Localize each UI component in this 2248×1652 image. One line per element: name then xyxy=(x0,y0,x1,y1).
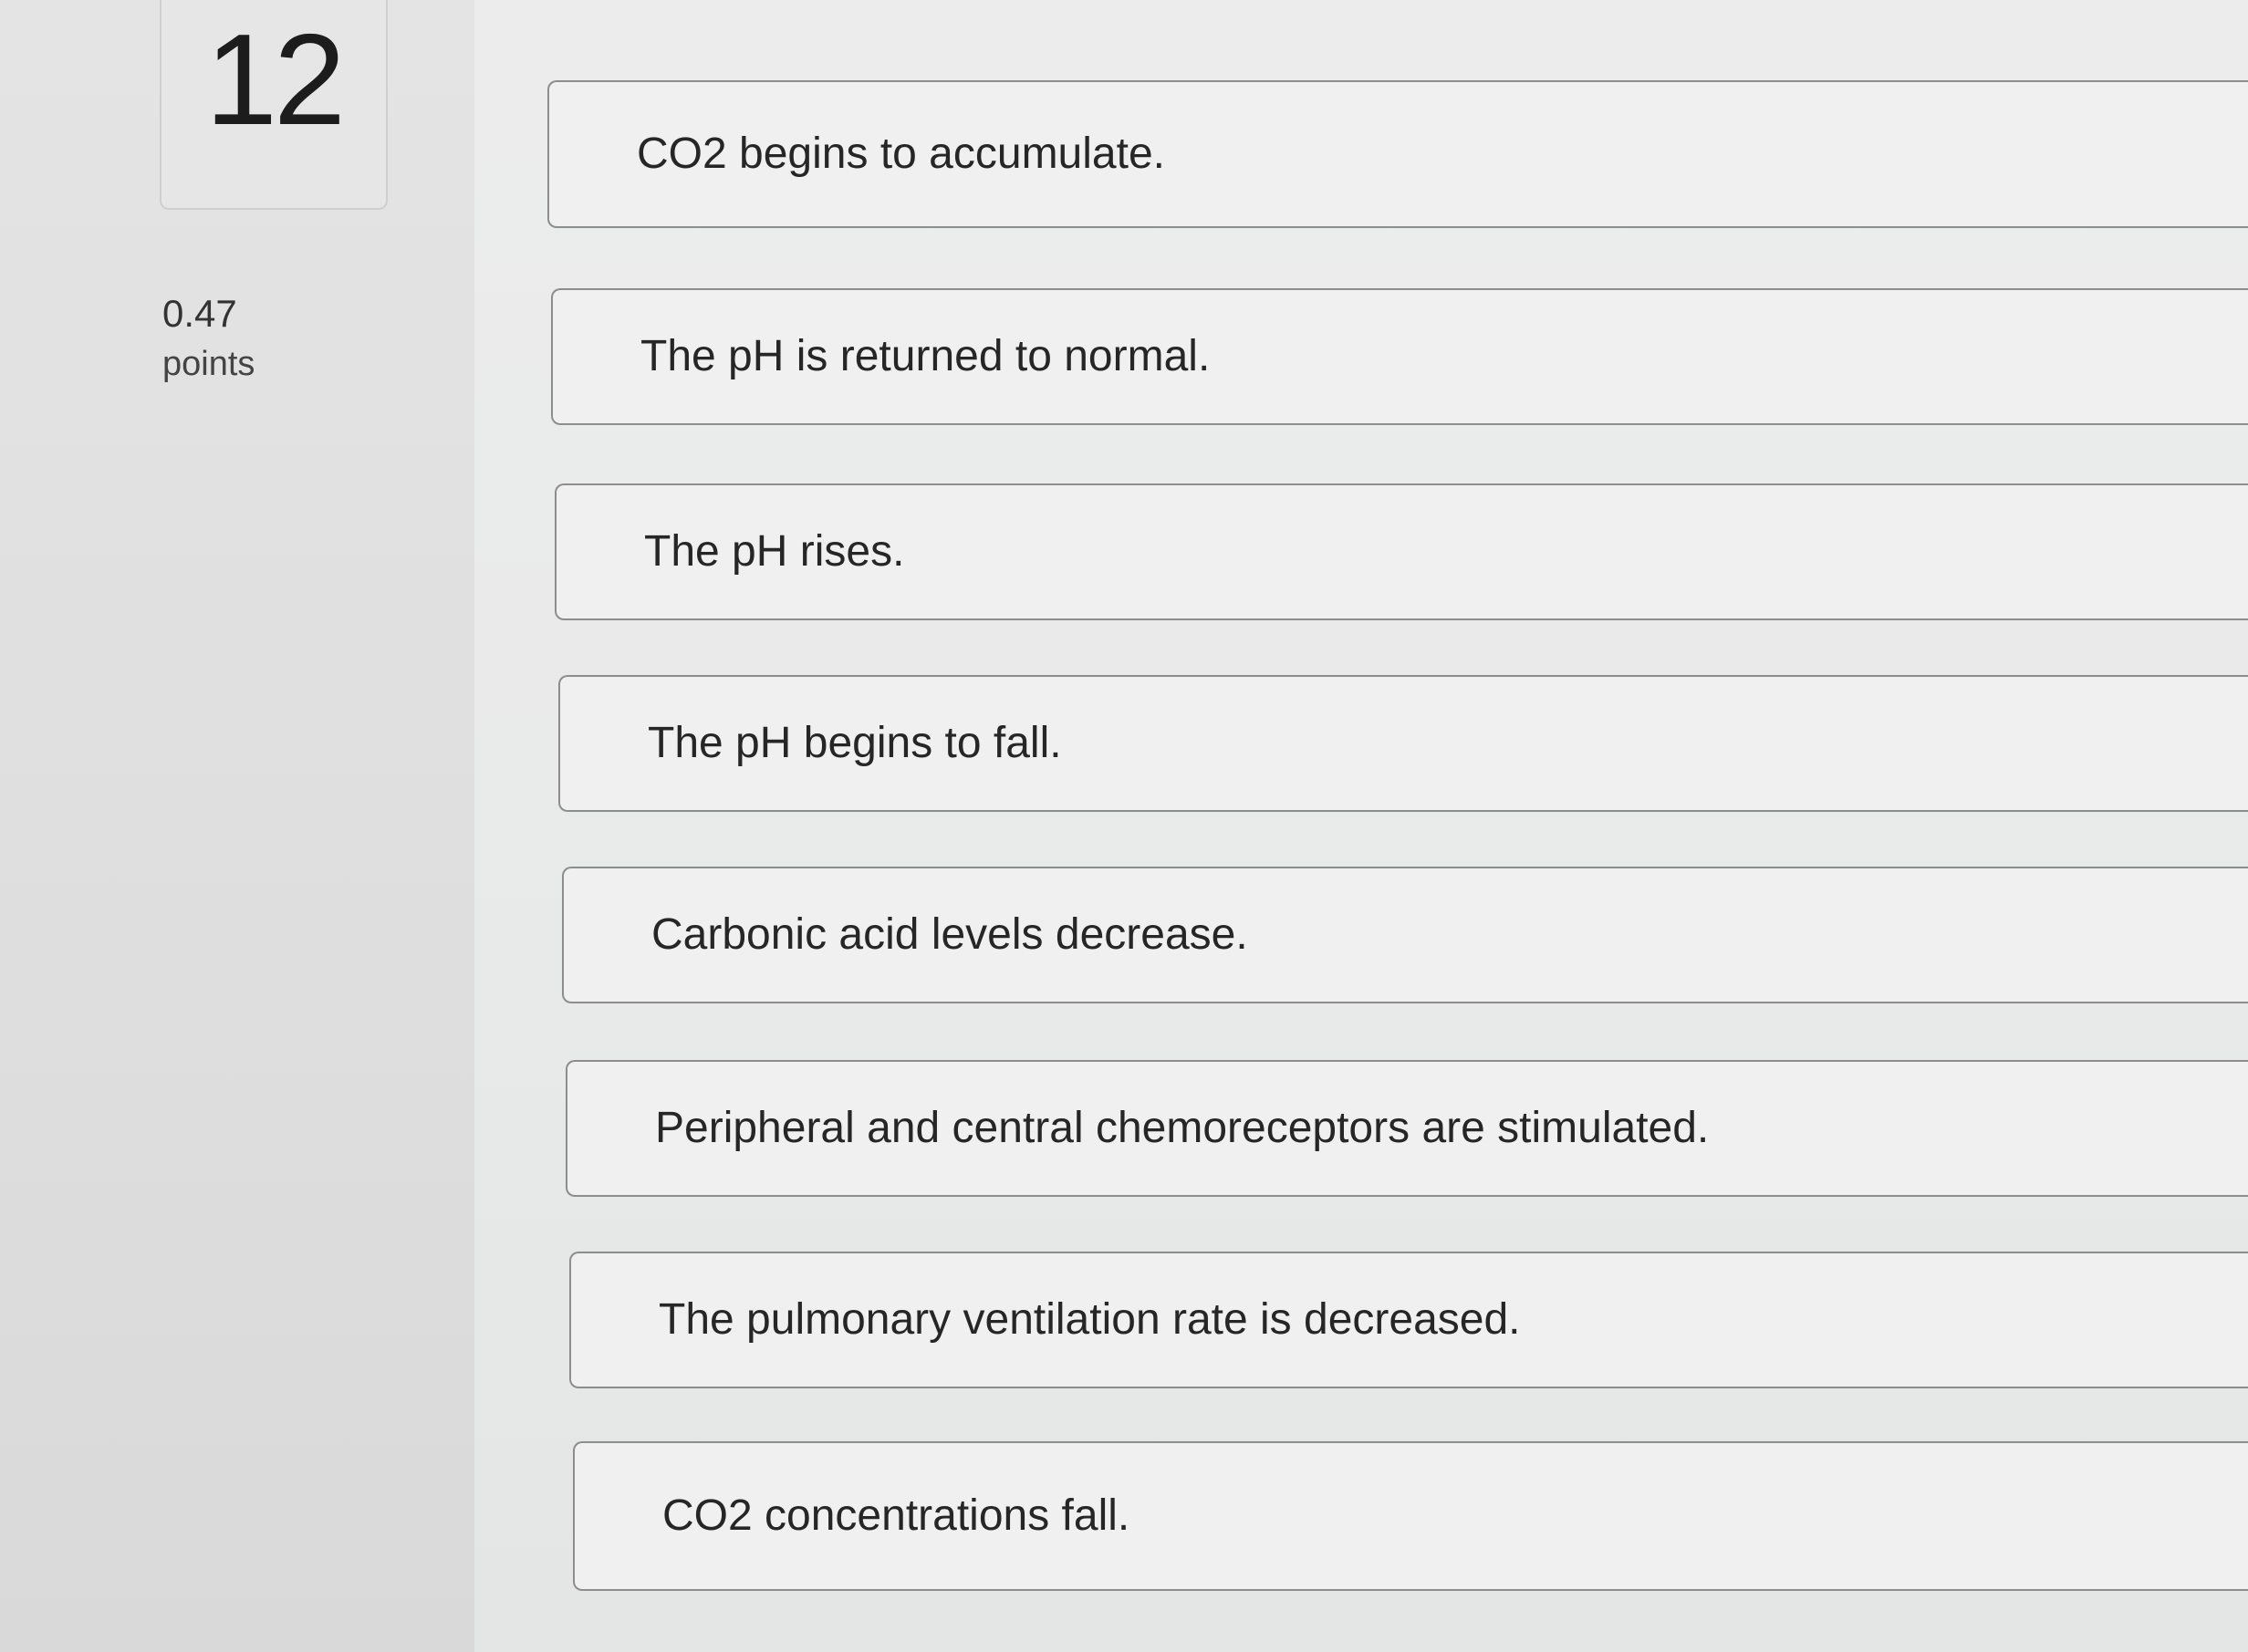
answer-item-co2-accumulate[interactable]: CO2 begins to accumulate. xyxy=(547,80,2248,228)
answer-item-carbonic-acid[interactable]: Carbonic acid levels decrease. xyxy=(562,867,2248,1003)
answer-label: CO2 begins to accumulate. xyxy=(637,130,1165,178)
answer-item-ph-normal[interactable]: The pH is returned to normal. xyxy=(551,288,2248,425)
answer-item-chemoreceptors[interactable]: Peripheral and central chemoreceptors ar… xyxy=(566,1060,2248,1197)
answer-label: Carbonic acid levels decrease. xyxy=(651,910,1248,959)
answer-item-co2-fall[interactable]: CO2 concentrations fall. xyxy=(573,1441,2248,1591)
answer-label: The pH is returned to normal. xyxy=(640,332,1211,380)
answer-label: The pulmonary ventilation rate is decrea… xyxy=(659,1295,1521,1344)
answer-item-ph-rises[interactable]: The pH rises. xyxy=(555,483,2248,620)
answer-label: Peripheral and central chemoreceptors ar… xyxy=(655,1104,1710,1152)
answer-item-ph-falls[interactable]: The pH begins to fall. xyxy=(558,675,2248,812)
question-number: 12 xyxy=(205,7,346,152)
answer-label: CO2 concentrations fall. xyxy=(662,1491,1130,1540)
answer-label: The pH begins to fall. xyxy=(648,719,1062,767)
question-info-panel: 12 0.47 points xyxy=(0,0,474,1652)
points-value: 0.47 xyxy=(162,292,237,335)
answer-item-ventilation[interactable]: The pulmonary ventilation rate is decrea… xyxy=(569,1252,2248,1388)
points-label: points xyxy=(162,345,255,383)
answer-list: CO2 begins to accumulate. The pH is retu… xyxy=(474,0,2248,1652)
answer-label: The pH rises. xyxy=(644,527,905,576)
